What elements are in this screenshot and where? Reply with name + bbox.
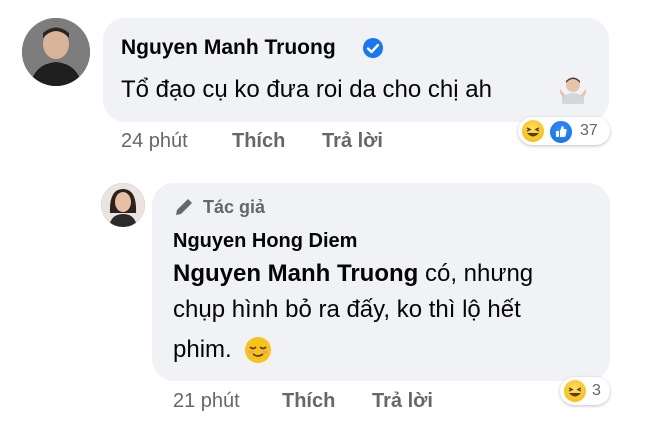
comment-timestamp[interactable]: 24 phút	[121, 130, 188, 153]
comment-reaction-count: 37	[580, 122, 598, 139]
reply-author-name[interactable]: Nguyen Hong Diem	[173, 230, 357, 253]
haha-reaction-icon	[564, 380, 586, 402]
person-photo-icon	[22, 18, 90, 86]
comment-text-content: Tổ đạo cụ ko đưa roi da cho chị ah	[121, 76, 492, 103]
reply-reply-button[interactable]: Trả lời	[372, 390, 433, 413]
reply-text-line-1: Nguyen Manh Truong có, nhưng	[173, 260, 533, 288]
mention-link[interactable]: Nguyen Manh Truong	[173, 260, 418, 287]
person-photo-icon	[101, 183, 145, 227]
comment-bubble	[103, 18, 609, 122]
relieved-emoji-icon	[243, 335, 273, 365]
comment-like-button[interactable]: Thích	[232, 130, 285, 153]
shrug-emoji-icon	[558, 76, 588, 104]
comment-text: Tổ đạo cụ ko đưa roi da cho chị ah	[121, 76, 492, 104]
haha-reaction-icon	[522, 120, 544, 142]
commenter-avatar[interactable]	[22, 18, 90, 86]
pencil-icon	[173, 196, 195, 218]
verified-badge-icon	[363, 38, 383, 58]
reply-text-line-3: phim.	[173, 336, 232, 364]
author-badge-label: Tác giả	[203, 197, 266, 217]
reply-text-line-2: chụp hình bỏ ra đấy, ko thì lộ hết	[173, 296, 521, 323]
reply-reactions[interactable]: 3	[560, 377, 610, 405]
reply-like-button[interactable]: Thích	[282, 390, 335, 413]
comment-reactions[interactable]: 37	[518, 117, 610, 145]
like-reaction-icon	[549, 120, 573, 144]
reply-text-segment: phim.	[173, 336, 232, 363]
reply-timestamp[interactable]: 21 phút	[173, 390, 240, 413]
comment-author-name[interactable]: Nguyen Manh Truong	[121, 36, 336, 60]
reply-text-segment: có, nhưng	[418, 260, 534, 287]
comment-reply-button[interactable]: Trả lời	[322, 130, 383, 153]
reply-reaction-count: 3	[592, 382, 601, 399]
reply-author-avatar[interactable]	[101, 183, 145, 227]
